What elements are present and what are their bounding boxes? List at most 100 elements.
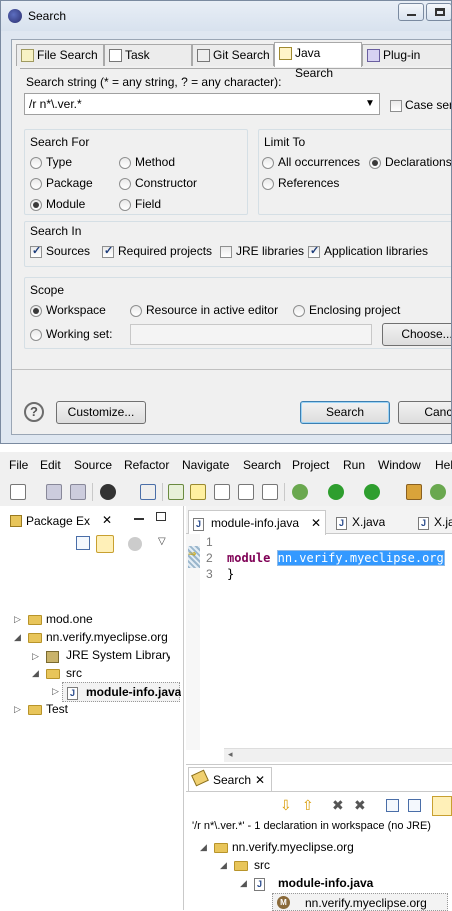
show-whitespace-icon[interactable] — [262, 484, 278, 500]
editor-tab-x-java[interactable]: J X.java — [332, 512, 408, 534]
radio-workspace[interactable] — [30, 305, 42, 317]
save-all-icon[interactable] — [70, 484, 86, 500]
result-src[interactable]: src — [254, 858, 270, 872]
search-string-combo[interactable]: /r n*\.ver.* ▼ — [24, 93, 380, 115]
scroll-left-icon[interactable]: ◂ — [228, 749, 233, 760]
skip-breakpoints-icon[interactable] — [140, 484, 156, 500]
profile-icon[interactable] — [100, 484, 116, 500]
new-icon[interactable] — [10, 484, 26, 500]
radio-type[interactable] — [30, 157, 42, 169]
remove-match-icon[interactable]: ✖ — [332, 797, 344, 814]
expand-icon[interactable]: ▷ — [52, 686, 59, 697]
minimize-button[interactable] — [398, 3, 424, 21]
link-editor-icon[interactable] — [96, 535, 114, 553]
run-icon[interactable] — [328, 484, 344, 500]
menu-file[interactable]: File — [9, 458, 28, 472]
collapse-icon[interactable]: ◢ — [32, 668, 39, 679]
next-match-icon[interactable]: ⇩ — [280, 797, 292, 814]
tree-item-mod-one[interactable]: mod.one — [46, 612, 93, 626]
block-selection-icon[interactable] — [238, 484, 254, 500]
expand-icon[interactable]: ▷ — [32, 651, 39, 662]
tab-git-search[interactable]: Git Search — [192, 44, 274, 66]
menu-edit[interactable]: Edit — [40, 458, 61, 472]
expand-icon[interactable]: ▷ — [14, 704, 21, 715]
radio-package[interactable] — [30, 178, 42, 190]
tab-task-search[interactable]: Task Search — [104, 44, 192, 82]
tree-item-test[interactable]: Test — [46, 702, 68, 716]
cancel-button[interactable]: Cancel — [398, 401, 451, 424]
radio-working-set[interactable] — [30, 329, 42, 341]
working-set-field[interactable] — [130, 324, 372, 345]
menu-help[interactable]: Help — [435, 458, 452, 472]
menu-source[interactable]: Source — [74, 458, 112, 472]
tree-item-nn-verify[interactable]: nn.verify.myeclipse.org — [46, 630, 168, 644]
close-icon[interactable]: ✕ — [102, 513, 112, 527]
horizontal-scrollbar[interactable]: ◂ — [224, 748, 452, 762]
menu-navigate[interactable]: Navigate — [182, 458, 229, 472]
radio-enclosing-project[interactable] — [293, 305, 305, 317]
radio-resource-active-editor[interactable] — [130, 305, 142, 317]
collapse-icon[interactable]: ◢ — [240, 878, 247, 889]
radio-method[interactable] — [119, 157, 131, 169]
code-line-3[interactable]: } — [227, 567, 234, 581]
collapse-all-icon[interactable] — [76, 536, 90, 550]
result-module-declaration[interactable]: M nn.verify.myeclipse.org — [272, 893, 448, 911]
menu-refactor[interactable]: Refactor — [124, 458, 169, 472]
search-button[interactable]: Search — [300, 401, 390, 424]
expand-icon[interactable]: ▷ — [14, 614, 21, 625]
tab-plugin-search[interactable]: Plug-in Search — [362, 44, 451, 82]
radio-constructor[interactable] — [119, 178, 131, 190]
close-icon[interactable]: ✕ — [311, 516, 321, 530]
radio-all-occurrences[interactable] — [262, 157, 274, 169]
radio-module[interactable] — [30, 199, 42, 211]
highlight-icon[interactable] — [190, 484, 206, 500]
new-package-icon[interactable] — [406, 484, 422, 500]
external-tools-icon[interactable] — [364, 484, 380, 500]
dropdown-arrow-icon[interactable]: ▼ — [365, 98, 375, 109]
tree-item-module-info-selected[interactable]: J module-info.java — [62, 682, 181, 702]
package-explorer-tab[interactable]: Package Ex ✕ — [6, 510, 118, 532]
tree-item-jre-library[interactable]: JRE System Library [JavaSE-9] — [66, 648, 170, 662]
sources-checkbox[interactable] — [30, 244, 42, 258]
result-project[interactable]: nn.verify.myeclipse.org — [232, 840, 354, 854]
radio-declarations[interactable] — [369, 157, 381, 169]
show-as-tree-icon[interactable] — [432, 796, 452, 816]
tab-java-search[interactable]: Java Search — [274, 42, 362, 80]
radio-references[interactable] — [262, 178, 274, 190]
menu-window[interactable]: Window — [378, 458, 421, 472]
view-menu-icon[interactable]: ▽ — [158, 536, 166, 547]
collapse-icon[interactable]: ◢ — [220, 860, 227, 871]
maximize-button[interactable] — [426, 3, 451, 21]
collapse-icon[interactable]: ◢ — [200, 842, 207, 853]
jre-libraries-checkbox[interactable] — [220, 246, 232, 258]
choose-button[interactable]: Choose... — [382, 323, 451, 346]
open-type-icon[interactable] — [168, 484, 184, 500]
editor-tab-x-java-2[interactable]: J X.java — [414, 512, 452, 534]
menu-project[interactable]: Project — [292, 458, 329, 472]
debug-icon[interactable] — [292, 484, 308, 500]
refresh-icon[interactable] — [430, 484, 446, 500]
customize-button[interactable]: Customize... — [56, 401, 146, 424]
collapse-all-icon[interactable] — [408, 799, 421, 812]
case-sensitive-checkbox[interactable] — [390, 100, 402, 112]
application-libraries-checkbox[interactable] — [308, 244, 320, 258]
focus-icon[interactable] — [128, 537, 142, 551]
tab-file-search[interactable]: File Search — [16, 44, 104, 66]
save-icon[interactable] — [46, 484, 62, 500]
maximize-view-icon[interactable] — [156, 512, 166, 521]
required-projects-checkbox[interactable] — [102, 244, 114, 258]
editor-tab-module-info[interactable]: J module-info.java ✕ — [188, 510, 326, 535]
remove-all-icon[interactable]: ✖ — [354, 797, 366, 814]
tree-item-src[interactable]: src — [66, 666, 82, 680]
menu-run[interactable]: Run — [343, 458, 365, 472]
radio-field[interactable] — [119, 199, 131, 211]
code-line-2[interactable]: module nn.verify.myeclipse.org { — [227, 550, 452, 566]
previous-match-icon[interactable]: ⇧ — [302, 797, 314, 814]
result-module-info[interactable]: module-info.java — [278, 876, 373, 890]
collapse-icon[interactable]: ◢ — [14, 632, 21, 643]
annotation-icon[interactable] — [214, 484, 230, 500]
minimize-view-icon[interactable] — [134, 518, 144, 520]
close-icon[interactable]: ✕ — [255, 773, 265, 787]
expand-all-icon[interactable] — [386, 799, 399, 812]
help-icon[interactable]: ? — [24, 402, 44, 422]
